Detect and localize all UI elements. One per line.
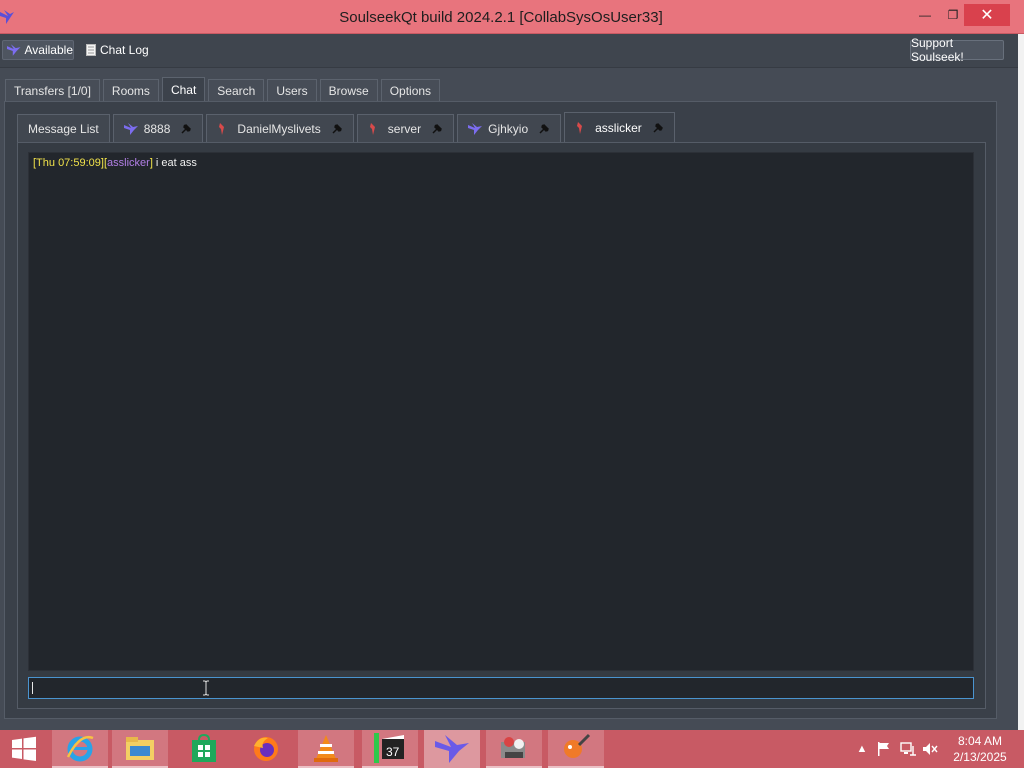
chat-panel: Message List 8888 DanielMyslivets server… <box>4 101 997 719</box>
chat-log-label: Chat Log <box>100 43 149 57</box>
tab-message-list[interactable]: Message List <box>17 114 110 142</box>
tab-users[interactable]: Users <box>267 79 317 101</box>
network-icon[interactable] <box>900 741 916 757</box>
close-tab-icon[interactable] <box>180 123 192 135</box>
windows-logo-icon <box>12 736 36 761</box>
firefox-icon[interactable] <box>238 730 294 768</box>
message-username[interactable]: asslicker <box>107 157 150 169</box>
ibeam-cursor-icon <box>203 680 209 696</box>
internet-explorer-icon[interactable] <box>52 730 108 768</box>
video-editor-icon[interactable]: 37 <box>362 730 418 768</box>
tab-options[interactable]: Options <box>380 79 441 101</box>
show-hidden-icons-icon[interactable]: ▲ <box>854 741 870 757</box>
soulseek-icon[interactable] <box>424 730 480 768</box>
tab-browse[interactable]: Browse <box>319 79 378 101</box>
start-button[interactable] <box>0 730 48 768</box>
top-toolbar: Available Chat Log Support Soulseek! <box>0 34 1018 68</box>
chat-container: [Thu 07:59:09][asslicker] i eat ass <box>17 142 986 709</box>
clock-date: 2/13/2025 <box>953 750 1007 764</box>
close-tab-icon[interactable] <box>331 123 343 135</box>
status-button[interactable]: Available <box>2 40 74 60</box>
chat-tab-bar: Message List 8888 DanielMyslivets server… <box>17 112 675 142</box>
chat-message: [Thu 07:59:09][asslicker] i eat ass <box>33 157 969 169</box>
blue-bird-icon <box>123 122 138 135</box>
desktop-edge <box>1018 34 1024 730</box>
tab-label: Gjhkyio <box>488 121 529 136</box>
document-icon <box>86 44 96 56</box>
svg-text:37: 37 <box>386 745 400 759</box>
clock-time: 8:04 AM <box>957 734 1003 748</box>
tab-label: 8888 <box>143 121 171 136</box>
blue-bird-icon <box>468 122 483 135</box>
store-icon[interactable] <box>176 730 232 768</box>
tab-chat-server[interactable]: server <box>356 114 455 142</box>
close-button[interactable]: ✕ <box>964 4 1010 26</box>
tab-label: server <box>387 121 422 136</box>
window-title: SoulseekQt build 2024.2.1 [CollabSysOsUs… <box>339 9 663 26</box>
tab-label: Message List <box>28 121 99 136</box>
window-titlebar: SoulseekQt build 2024.2.1 [CollabSysOsUs… <box>0 0 1024 34</box>
close-tab-icon[interactable] <box>652 122 664 134</box>
chat-messages[interactable]: [Thu 07:59:09][asslicker] i eat ass <box>28 152 974 671</box>
tab-label: DanielMyslivets <box>237 121 321 136</box>
red-bird-icon <box>219 122 225 135</box>
volume-muted-icon[interactable] <box>922 741 938 757</box>
red-bird-icon <box>369 122 375 135</box>
main-tab-bar: Transfers [1/0] Rooms Chat Search Users … <box>5 77 441 101</box>
available-bird-icon <box>7 44 21 56</box>
minimize-button[interactable]: — <box>910 4 940 26</box>
support-soulseek-button[interactable]: Support Soulseek! <box>910 36 1004 64</box>
chat-log-button[interactable]: Chat Log <box>84 40 149 60</box>
red-bird-icon <box>577 121 583 134</box>
tab-transfers[interactable]: Transfers [1/0] <box>5 79 100 101</box>
windows-taskbar: 37 ▲ 8:04 AM 2/13/2025 <box>0 730 1024 768</box>
app-window: Available Chat Log Support Soulseek! Tra… <box>0 34 1018 730</box>
file-explorer-icon[interactable] <box>112 730 168 768</box>
status-label: Available <box>24 43 73 57</box>
tab-rooms[interactable]: Rooms <box>102 79 159 101</box>
tab-chat-danielmyslivets[interactable]: DanielMyslivets <box>206 114 354 142</box>
media-app-icon[interactable] <box>486 730 542 768</box>
tab-chat-gjhkyio[interactable]: Gjhkyio <box>457 114 562 142</box>
message-text: i eat ass <box>152 157 197 169</box>
chat-input[interactable] <box>28 677 974 699</box>
tab-chat-8888[interactable]: 8888 <box>112 114 204 142</box>
paint-app-icon[interactable] <box>548 730 604 768</box>
close-tab-icon[interactable] <box>538 123 550 135</box>
text-caret <box>32 682 33 694</box>
tab-chat-asslicker[interactable]: asslicker <box>564 112 675 142</box>
close-tab-icon[interactable] <box>431 123 443 135</box>
tab-label: asslicker <box>595 120 642 135</box>
taskbar-clock[interactable]: 8:04 AM 2/13/2025 <box>946 733 1014 765</box>
tab-chat[interactable]: Chat <box>161 77 206 101</box>
message-timestamp: [Thu 07:59:09] <box>33 157 104 169</box>
action-center-flag-icon[interactable] <box>876 741 892 757</box>
tab-search[interactable]: Search <box>208 79 265 101</box>
vlc-icon[interactable] <box>298 730 354 768</box>
